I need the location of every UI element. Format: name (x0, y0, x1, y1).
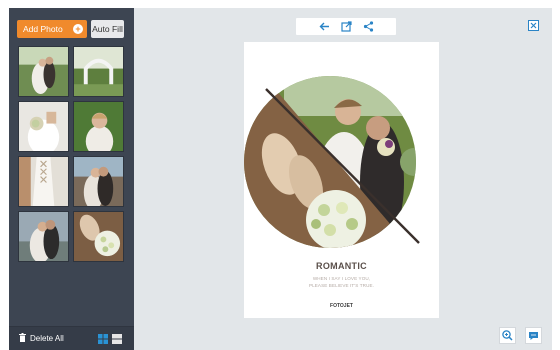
poster-title[interactable]: ROMANTIC (244, 261, 439, 271)
canvas-area: ROMANTIC WHEN I SAY I LOVE YOU, PLEASE B… (134, 8, 552, 350)
poster-artwork[interactable] (244, 42, 439, 252)
poster-subtitle-line2[interactable]: PLEASE BELIEVE IT'S TRUE. (244, 283, 439, 288)
thumbnail-couple-outdoor[interactable] (18, 46, 69, 97)
thumbnail-wedding-arch[interactable] (73, 46, 124, 97)
add-photo-button[interactable]: Add Photo + (17, 20, 87, 38)
share-icon[interactable] (363, 21, 374, 32)
close-icon (530, 22, 537, 29)
photo-sidebar: Add Photo + Auto Fill Delete All (9, 8, 134, 350)
zoom-in-icon (502, 330, 513, 341)
auto-fill-button[interactable]: Auto Fill (91, 20, 124, 38)
export-icon[interactable] (341, 21, 352, 32)
delete-all-button[interactable]: Delete All (19, 333, 64, 345)
sidebar-footer: Delete All (9, 326, 134, 350)
poster-canvas[interactable]: ROMANTIC WHEN I SAY I LOVE YOU, PLEASE B… (244, 42, 439, 318)
top-toolbar (296, 18, 396, 35)
thumbnail-dress-lacing[interactable] (18, 156, 69, 207)
poster-brand[interactable]: FOTOJET (244, 303, 439, 309)
thumbnail-shoes-bouquet[interactable] (73, 211, 124, 262)
plus-icon: + (73, 24, 83, 34)
grid-view-icon[interactable] (98, 334, 108, 344)
thumbnail-bride-portrait[interactable] (73, 101, 124, 152)
trash-icon (19, 333, 26, 342)
close-button[interactable] (528, 20, 539, 31)
app-window: Add Photo + Auto Fill Delete All ROMANTI… (0, 0, 560, 350)
thumbnail-couple-embrace[interactable] (18, 211, 69, 262)
thumbnail-bride-bouquet[interactable] (18, 101, 69, 152)
poster-subtitle-line1[interactable]: WHEN I SAY I LOVE YOU, (244, 276, 439, 281)
zoom-button[interactable] (499, 327, 516, 344)
feedback-button[interactable] (525, 327, 542, 344)
chat-icon (529, 332, 538, 340)
thumbnail-couple-kiss[interactable] (73, 156, 124, 207)
add-photo-label: Add Photo (23, 24, 63, 34)
delete-all-label: Delete All (30, 334, 64, 343)
back-arrow-icon[interactable] (319, 21, 330, 32)
list-view-icon[interactable] (112, 334, 122, 344)
